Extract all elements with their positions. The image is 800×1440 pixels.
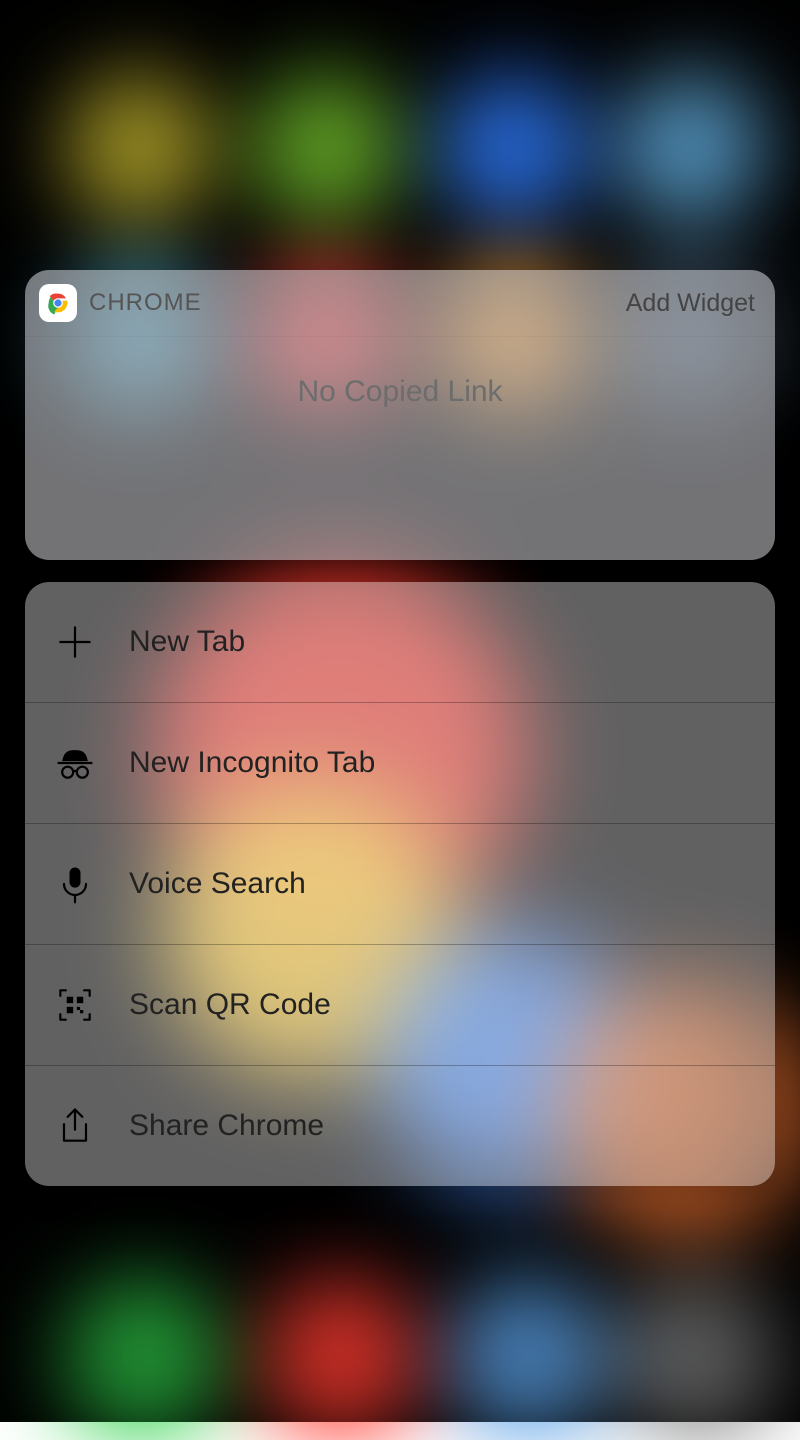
chrome-widget-card: CHROME Add Widget No Copied Link (25, 270, 775, 560)
action-label: Scan QR Code (129, 988, 331, 1022)
action-new-tab[interactable]: New Tab (25, 582, 775, 702)
action-new-incognito-tab[interactable]: New Incognito Tab (25, 702, 775, 823)
action-voice-search[interactable]: Voice Search (25, 823, 775, 944)
add-widget-button[interactable]: Add Widget (626, 289, 755, 318)
action-label: Share Chrome (129, 1109, 324, 1143)
action-scan-qr[interactable]: Scan QR Code (25, 944, 775, 1065)
share-icon (51, 1104, 99, 1148)
widget-header: CHROME Add Widget (25, 270, 775, 337)
action-label: New Tab (129, 625, 245, 659)
widget-empty-text: No Copied Link (297, 375, 502, 409)
incognito-icon (51, 741, 99, 785)
action-label: Voice Search (129, 867, 306, 901)
widget-title: CHROME (89, 289, 202, 317)
plus-icon (51, 620, 99, 664)
chrome-app-icon (39, 284, 77, 322)
widget-body: No Copied Link (25, 337, 775, 560)
action-share-chrome[interactable]: Share Chrome (25, 1065, 775, 1186)
action-label: New Incognito Tab (129, 746, 375, 780)
mic-icon (51, 862, 99, 906)
qr-icon (51, 983, 99, 1027)
quick-actions-menu: New Tab New Incognito Tab (25, 582, 775, 1186)
